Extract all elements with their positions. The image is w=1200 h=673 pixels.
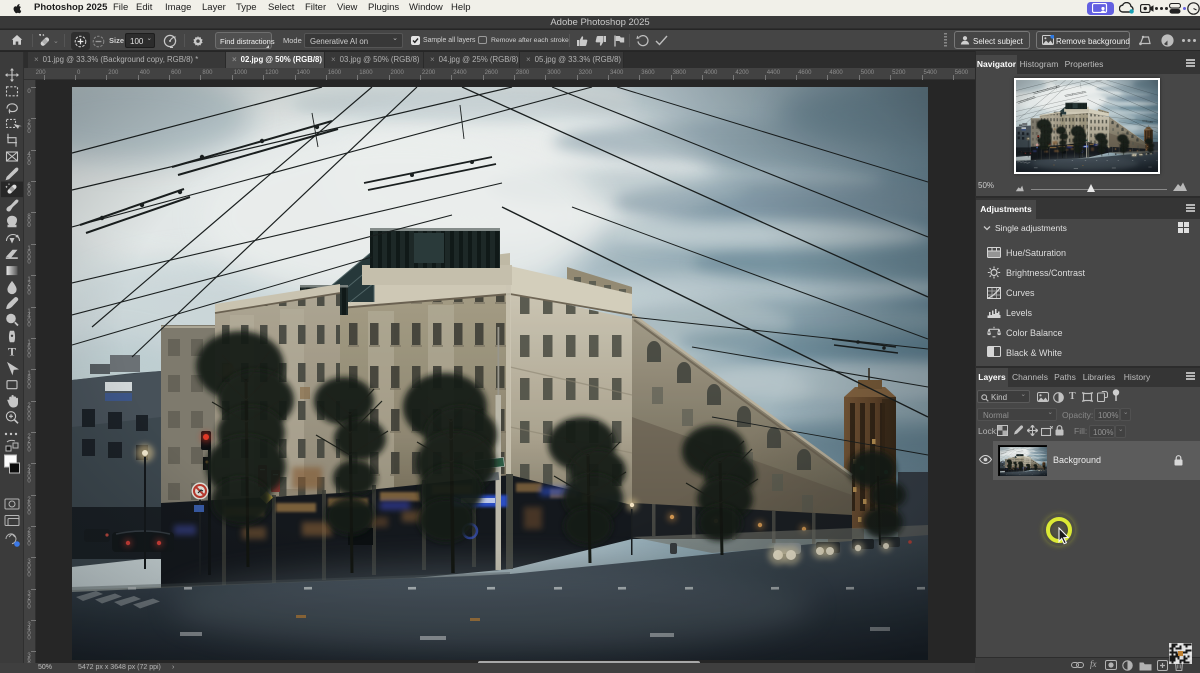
svg-text:T: T [8,345,16,359]
